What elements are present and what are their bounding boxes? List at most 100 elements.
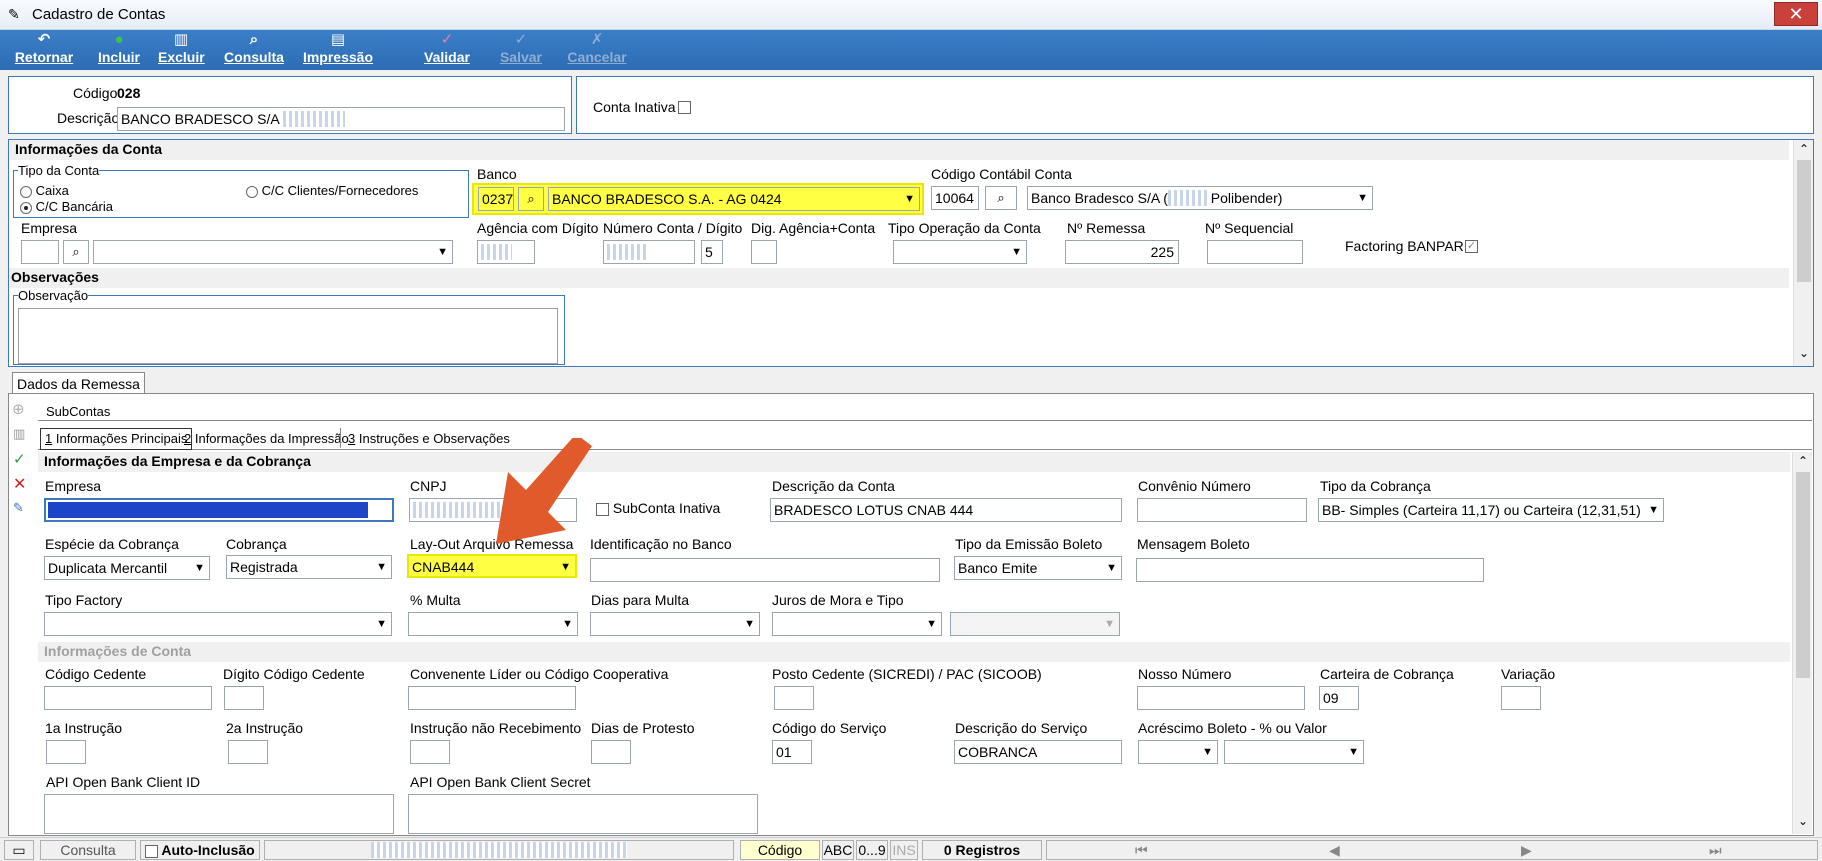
excluir-button[interactable]: ▥ Excluir xyxy=(158,30,205,70)
convenio-input[interactable] xyxy=(1137,498,1307,522)
empresa-select[interactable]: x xyxy=(44,498,394,522)
acrescimo-valor-select[interactable]: ▼ xyxy=(1224,740,1364,764)
form-scrollbar[interactable]: ⌃ ⌄ xyxy=(1792,452,1812,834)
observacao-textarea[interactable] xyxy=(18,308,558,364)
subconta-inativa-label[interactable]: SubConta Inativa xyxy=(596,500,720,516)
validar-button[interactable]: ✓ Validar xyxy=(422,30,472,70)
desc-servico-input[interactable]: COBRANCA xyxy=(954,740,1122,764)
tab-instrucoes[interactable]: 3 Instruções e Observações xyxy=(348,431,510,446)
descricao-conta-input[interactable]: BRADESCO LOTUS CNAB 444 xyxy=(770,498,1122,522)
status-consulta[interactable]: Consulta xyxy=(40,840,136,860)
instrucao-nao-input[interactable] xyxy=(410,740,450,764)
tipo-emissao-select[interactable]: Banco Emite ▼ xyxy=(954,556,1122,580)
first-record-icon[interactable]: ⏮ xyxy=(1135,841,1148,859)
juros-tipo-select[interactable]: ▼ xyxy=(950,612,1120,636)
retornar-button[interactable]: ↶ Retornar xyxy=(14,30,74,70)
banco-search-icon[interactable]: ⌕ xyxy=(518,187,544,211)
nosso-numero-input[interactable] xyxy=(1137,686,1305,710)
next-record-icon[interactable]: ▶ xyxy=(1521,841,1532,859)
juros-select[interactable]: ▼ xyxy=(772,612,942,636)
observacao-group: Observação xyxy=(13,288,565,365)
scroll-thumb[interactable] xyxy=(1797,160,1811,282)
consulta-button[interactable]: ⌕ Consulta xyxy=(224,30,284,70)
observacao-label: Observação xyxy=(18,288,89,303)
add-subconta-icon[interactable]: ⊕ xyxy=(12,400,25,418)
banco-code-input[interactable]: 0237 xyxy=(478,187,514,211)
tipo-factory-select[interactable]: ▼ xyxy=(44,612,392,636)
scroll-down-icon[interactable]: ⌄ xyxy=(1799,346,1809,360)
dig-agencia-input[interactable] xyxy=(751,240,777,264)
radio-cc-bancaria[interactable]: C/C Bancária xyxy=(20,199,113,214)
mensagem-input[interactable] xyxy=(1136,558,1484,582)
scroll-down-icon[interactable]: ⌄ xyxy=(1798,814,1808,828)
posto-input[interactable] xyxy=(774,686,814,710)
dig-cedente-label: Dígito Código Cedente xyxy=(223,666,365,682)
agencia-input[interactable]: 0000 xyxy=(477,240,535,264)
impressao-button[interactable]: ▤ Impressão xyxy=(302,30,374,70)
check-icon[interactable]: ✓ xyxy=(13,450,26,468)
nosso-numero-label: Nosso Número xyxy=(1138,666,1232,682)
sequencial-input[interactable] xyxy=(1207,240,1303,264)
cod-contabil-select[interactable]: Banco Bradesco S/A (00000 Polibender)▼ xyxy=(1027,186,1373,210)
edit-icon[interactable]: ✎ xyxy=(13,500,24,516)
tipo-operacao-select[interactable]: ▼ xyxy=(893,240,1027,264)
conta-inativa-checkbox[interactable] xyxy=(678,101,691,114)
api-client-secret-input[interactable] xyxy=(408,794,758,834)
empresa-search-icon[interactable]: ⌕ xyxy=(63,240,89,264)
multa-select[interactable]: ▼ xyxy=(408,612,578,636)
check-icon: ✓ xyxy=(514,31,528,48)
empresa-code-input[interactable] xyxy=(21,240,59,264)
empresa-select[interactable]: ▼ xyxy=(93,240,453,264)
chevron-down-icon: ▼ xyxy=(437,246,448,258)
multa-label: % Multa xyxy=(410,592,461,608)
dias-multa-select[interactable]: ▼ xyxy=(590,612,760,636)
status-bar: ▭ Consulta Auto-Inclusão 000000000000000… xyxy=(0,837,1822,861)
info-conta-scrollbar[interactable]: ⌃ ⌄ xyxy=(1793,140,1813,366)
scroll-thumb[interactable] xyxy=(1796,472,1810,678)
numero-conta-input[interactable]: 00000 xyxy=(603,240,695,264)
window-icon: ✎ xyxy=(8,6,20,22)
cod-contabil-search-icon[interactable]: ⌕ xyxy=(985,186,1017,210)
scroll-up-icon[interactable]: ⌃ xyxy=(1799,142,1809,156)
delete-icon[interactable]: ✕ xyxy=(13,474,26,494)
dias-protesto-input[interactable] xyxy=(591,740,631,764)
acrescimo-tipo-select[interactable]: ▼ xyxy=(1138,740,1218,764)
previous-record-icon[interactable]: ◀ xyxy=(1329,841,1340,859)
radio-cc-clientes[interactable]: C/C Clientes/Fornecedores xyxy=(246,183,418,198)
convenente-input[interactable] xyxy=(408,686,576,710)
api-client-id-input[interactable] xyxy=(44,794,394,834)
ident-banco-input[interactable] xyxy=(590,558,940,582)
scroll-up-icon[interactable]: ⌃ xyxy=(1798,454,1808,468)
cod-servico-input[interactable]: 01 xyxy=(772,740,812,764)
numero-digito-input[interactable]: 5 xyxy=(701,240,723,264)
remessa-input[interactable]: 225 xyxy=(1065,240,1179,264)
tab-informacoes-impressao[interactable]: 2 Informações da Impressão xyxy=(184,431,349,446)
ident-banco-label: Identificação no Banco xyxy=(590,536,732,552)
instrucao2-input[interactable] xyxy=(228,740,268,764)
layout-select[interactable]: CNAB444 ▼ xyxy=(407,554,577,578)
radio-caixa[interactable]: Caixa xyxy=(20,183,69,198)
especie-label: Espécie da Cobrança xyxy=(45,536,179,552)
incluir-button[interactable]: ● Incluir xyxy=(94,30,144,70)
especie-select[interactable]: Duplicata Mercantil ▼ xyxy=(44,556,210,580)
factoring-checkbox[interactable]: ✓ xyxy=(1465,240,1478,253)
tab-informacoes-principais[interactable]: 1 Informações Principais xyxy=(40,428,193,450)
dig-cedente-input[interactable] xyxy=(224,686,264,710)
cobranca-select[interactable]: Registrada ▼ xyxy=(226,555,392,579)
cancelar-button[interactable]: ✗ Cancelar xyxy=(566,30,628,70)
instrucao1-input[interactable] xyxy=(46,740,86,764)
cod-contabil-input[interactable]: 10064 xyxy=(931,186,979,210)
variacao-input[interactable] xyxy=(1501,686,1541,710)
banco-select[interactable]: BANCO BRADESCO S.A. - AG 0424 ▼ xyxy=(548,187,920,211)
auto-inclusao-toggle[interactable]: Auto-Inclusão xyxy=(140,840,260,860)
carteira-input[interactable]: 09 xyxy=(1319,686,1359,710)
salvar-button[interactable]: ✓ Salvar xyxy=(498,30,544,70)
info-de-conta-title: Informações de Conta xyxy=(38,642,1790,662)
trash-icon[interactable]: ▥ xyxy=(13,426,25,442)
tab-dados-remessa[interactable]: Dados da Remessa xyxy=(12,372,145,394)
tipo-cobranca-select[interactable]: BB- Simples (Carteira 11,17) ou Carteira… xyxy=(1318,498,1664,522)
cod-cedente-input[interactable] xyxy=(44,686,212,710)
last-record-icon[interactable]: ⏭ xyxy=(1709,841,1722,859)
close-button[interactable]: ✕ xyxy=(1774,2,1818,26)
descricao-input[interactable]: BANCO BRADESCO S/A 00000000 xyxy=(117,107,565,131)
